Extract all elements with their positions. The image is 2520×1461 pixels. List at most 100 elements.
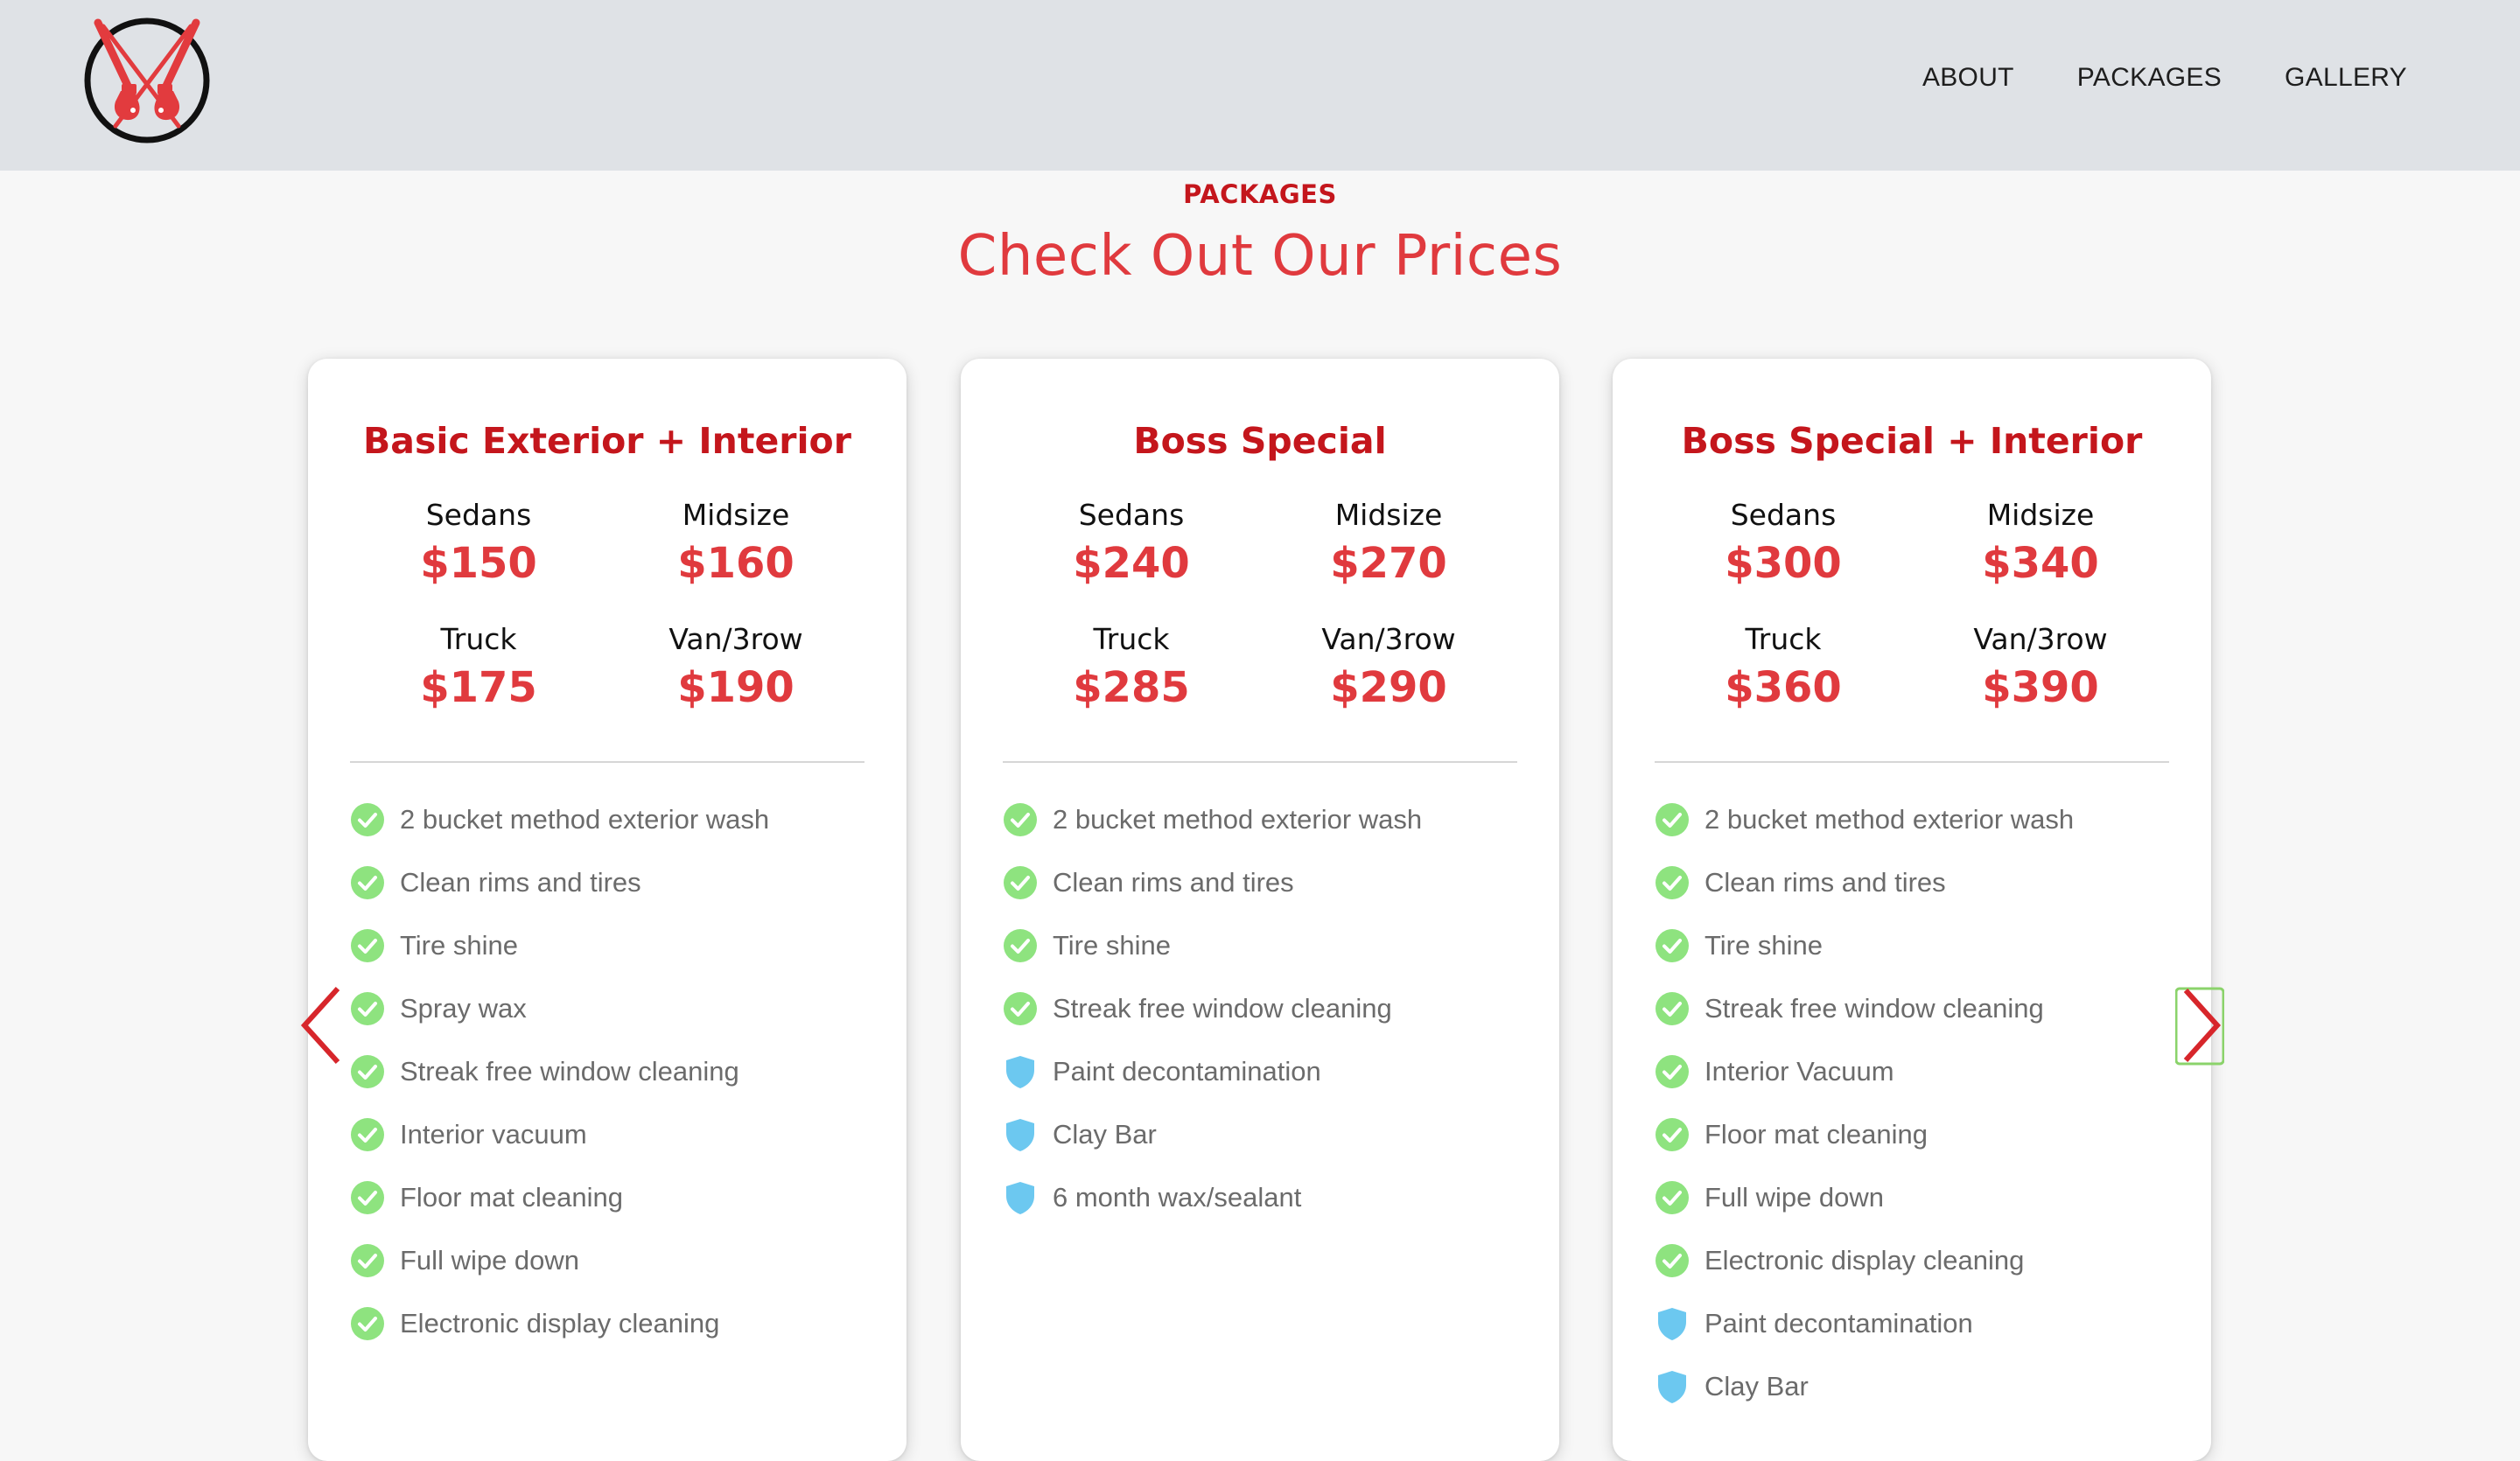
feature-item: Clean rims and tires [1003, 851, 1528, 914]
feature-text: Spray wax [400, 993, 527, 1024]
price-label: Midsize [1986, 498, 2095, 532]
price-cell: Truck $175 [350, 621, 607, 716]
feature-list: 2 bucket method exterior wash Clean rims … [1003, 788, 1528, 1229]
divider [1655, 761, 2169, 763]
feature-text: Clay Bar [1704, 1371, 1809, 1402]
price-label: Truck [440, 622, 517, 656]
price-value: $340 [1982, 539, 2099, 588]
feature-item: Clean rims and tires [1655, 851, 2180, 914]
price-label: Sedans [1078, 498, 1185, 532]
feature-item: Streak free window cleaning [1003, 977, 1528, 1040]
check-icon [1655, 802, 1690, 837]
check-icon [350, 1054, 385, 1089]
price-value: $270 [1330, 539, 1447, 588]
price-cell: Truck $360 [1655, 621, 1912, 716]
carousel-prev-button[interactable] [298, 983, 346, 1067]
section-eyebrow: PACKAGES [1183, 179, 1337, 209]
feature-item: Clay Bar [1003, 1103, 1528, 1166]
divider [350, 761, 864, 763]
package-card-boss-special-interior: Boss Special + Interior Sedans $300 Mids… [1613, 359, 2211, 1461]
price-grid: Sedans $150 Midsize $160 Truck $175 Van/… [350, 497, 864, 716]
feature-text: Paint decontamination [1053, 1056, 1321, 1087]
price-cell: Van/3row $190 [607, 621, 864, 716]
feature-text: Interior vacuum [400, 1119, 587, 1150]
check-icon [350, 1306, 385, 1341]
price-label: Van/3row [1973, 622, 2108, 656]
feature-text: Clean rims and tires [400, 867, 641, 898]
feature-text: 2 bucket method exterior wash [1053, 804, 1423, 835]
check-icon [350, 1243, 385, 1278]
price-cell: Midsize $270 [1260, 497, 1517, 591]
feature-item: Full wipe down [350, 1229, 875, 1292]
price-value: $300 [1725, 539, 1842, 588]
price-grid: Sedans $240 Midsize $270 Truck $285 Van/… [1003, 497, 1517, 716]
feature-item: Tire shine [1003, 914, 1528, 977]
carousel-next-button[interactable] [2174, 983, 2225, 1067]
shield-icon [1003, 1117, 1038, 1152]
main-nav: ABOUT PACKAGES GALLERY [1922, 63, 2407, 93]
site-header: ABOUT PACKAGES GALLERY [0, 0, 2520, 171]
nav-link-gallery[interactable]: GALLERY [2285, 63, 2407, 93]
feature-item: 2 bucket method exterior wash [1655, 788, 2180, 851]
feature-text: Streak free window cleaning [1053, 993, 1392, 1024]
price-value: $285 [1073, 663, 1190, 712]
feature-item: Interior vacuum [350, 1103, 875, 1166]
feature-item: Tire shine [1655, 914, 2180, 977]
shield-icon [1655, 1369, 1690, 1404]
price-label: Van/3row [1321, 622, 1456, 656]
shield-icon [1003, 1054, 1038, 1089]
feature-item: 2 bucket method exterior wash [350, 788, 875, 851]
price-value: $190 [677, 663, 794, 712]
nav-link-packages[interactable]: PACKAGES [2077, 63, 2222, 93]
feature-text: 6 month wax/sealant [1053, 1182, 1302, 1213]
price-value: $240 [1073, 539, 1190, 588]
feature-text: Clean rims and tires [1704, 867, 1946, 898]
check-icon [1655, 1117, 1690, 1152]
price-grid: Sedans $300 Midsize $340 Truck $360 Van/… [1655, 497, 2169, 716]
check-icon [350, 865, 385, 900]
feature-item: Floor mat cleaning [350, 1166, 875, 1229]
feature-item: Floor mat cleaning [1655, 1103, 2180, 1166]
price-cell: Sedans $300 [1655, 497, 1912, 591]
check-icon [350, 991, 385, 1026]
shield-icon [1003, 1180, 1038, 1215]
price-label: Truck [1745, 622, 1822, 656]
check-icon [1003, 802, 1038, 837]
price-cell: Midsize $340 [1912, 497, 2169, 591]
check-icon [350, 802, 385, 837]
feature-text: Floor mat cleaning [1704, 1119, 1928, 1150]
check-icon [1655, 991, 1690, 1026]
price-label: Midsize [682, 498, 790, 532]
logo[interactable] [80, 14, 214, 147]
feature-text: Electronic display cleaning [1704, 1245, 2025, 1276]
check-icon [1655, 865, 1690, 900]
feature-list: 2 bucket method exterior wash Clean rims … [1655, 788, 2180, 1418]
price-cell: Midsize $160 [607, 497, 864, 591]
check-icon [1655, 1180, 1690, 1215]
check-icon [1655, 1054, 1690, 1089]
package-title: Boss Special [1133, 420, 1387, 462]
section-title: Check Out Our Prices [957, 224, 1563, 289]
feature-item: Streak free window cleaning [350, 1040, 875, 1103]
price-cell: Sedans $240 [1003, 497, 1260, 591]
price-label: Van/3row [668, 622, 803, 656]
check-icon [350, 928, 385, 963]
check-icon [350, 1117, 385, 1152]
feature-text: Tire shine [400, 930, 518, 961]
feature-text: Full wipe down [400, 1245, 580, 1276]
feature-list: 2 bucket method exterior wash Clean rims … [350, 788, 875, 1355]
check-icon [350, 1180, 385, 1215]
feature-text: 2 bucket method exterior wash [1704, 804, 2075, 835]
price-label: Truck [1093, 622, 1170, 656]
feature-item: Paint decontamination [1003, 1040, 1528, 1103]
feature-text: Full wipe down [1704, 1182, 1885, 1213]
feature-text: Clay Bar [1053, 1119, 1157, 1150]
price-label: Sedans [1730, 498, 1837, 532]
feature-text: Floor mat cleaning [400, 1182, 624, 1213]
package-title: Boss Special + Interior [1681, 420, 2143, 462]
shield-icon [1655, 1306, 1690, 1341]
price-value: $290 [1330, 663, 1447, 712]
feature-text: Streak free window cleaning [1704, 993, 2044, 1024]
package-title: Basic Exterior + Interior [363, 420, 851, 462]
nav-link-about[interactable]: ABOUT [1922, 63, 2014, 93]
